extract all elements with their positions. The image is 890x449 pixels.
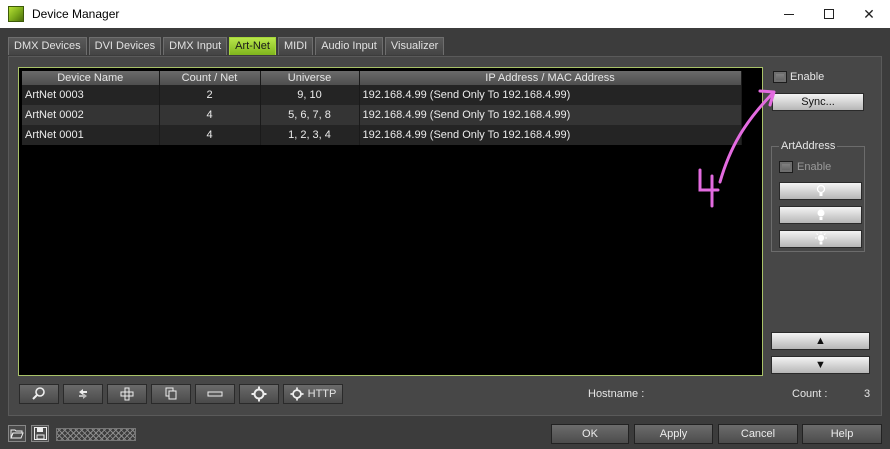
table-row[interactable]: ArtNet 0003 2 9, 10 192.168.4.99 (Send O…	[22, 85, 742, 105]
save-button[interactable]	[31, 425, 49, 442]
search-icon	[32, 387, 45, 400]
hostname-label: Hostname :	[588, 388, 645, 400]
http-label: HTTP	[307, 388, 337, 400]
move-up-button[interactable]: ▲	[771, 332, 870, 350]
artaddress-title: ArtAddress	[779, 140, 838, 152]
device-name-cell: ArtNet 0001	[22, 125, 160, 145]
artaddress-enable-checkbox[interactable]	[779, 161, 793, 173]
refresh-button[interactable]	[63, 384, 103, 404]
device-name-cell: ArtNet 0002	[22, 105, 160, 125]
tab-dmx-input[interactable]: DMX Input	[163, 37, 228, 55]
close-icon: ✕	[863, 5, 875, 22]
tab-midi[interactable]: MIDI	[277, 37, 314, 55]
universe-cell: 5, 6, 7, 8	[260, 105, 360, 125]
ip-address-cell: 192.168.4.99 (Send Only To 192.168.4.99)	[359, 105, 742, 125]
close-button[interactable]: ✕	[846, 0, 890, 28]
cancel-button[interactable]: Cancel	[718, 424, 798, 444]
enable-checkbox[interactable]	[773, 71, 787, 83]
device-name-cell: ArtNet 0003	[22, 85, 160, 105]
apply-button[interactable]: Apply	[634, 424, 713, 444]
tab-art-net[interactable]: Art-Net	[229, 37, 276, 55]
folder-open-icon	[10, 429, 24, 438]
bulb-off-button[interactable]	[779, 182, 862, 200]
count-net-cell: 4	[159, 125, 261, 145]
enable-checkbox-row[interactable]: Enable	[773, 71, 824, 83]
minimize-icon	[784, 13, 794, 15]
title-bar: Device Manager ✕	[0, 0, 890, 28]
artaddress-enable-label: Enable	[797, 161, 832, 173]
tab-audio-input[interactable]: Audio Input	[315, 37, 383, 55]
help-button[interactable]: Help	[802, 424, 882, 444]
device-table: Device Name Count / Net Universe IP Addr…	[22, 71, 742, 145]
settings-button[interactable]	[239, 384, 279, 404]
enable-label: Enable	[790, 71, 825, 83]
gear-icon	[290, 387, 304, 401]
remove-icon	[207, 391, 223, 397]
duplicate-icon	[165, 387, 177, 400]
open-button[interactable]	[8, 425, 26, 442]
tab-visualizer[interactable]: Visualizer	[384, 37, 445, 55]
up-arrow-icon: ▲	[815, 335, 826, 347]
bulb-flash-icon	[814, 232, 827, 245]
search-button[interactable]	[19, 384, 59, 404]
add-icon	[120, 387, 134, 401]
window-title: Device Manager	[32, 7, 120, 21]
artaddress-enable-row[interactable]: Enable	[779, 161, 831, 173]
column-header-ip-address[interactable]: IP Address / MAC Address	[359, 71, 742, 85]
maximize-icon	[824, 9, 834, 19]
tab-dmx-devices[interactable]: DMX Devices	[8, 37, 87, 55]
bulb-off-icon	[816, 184, 825, 196]
tab-dvi-devices[interactable]: DVI Devices	[88, 37, 162, 55]
ip-address-cell: 192.168.4.99 (Send Only To 192.168.4.99)	[359, 85, 742, 105]
bulb-on-button[interactable]	[779, 206, 862, 224]
ip-address-cell: 192.168.4.99 (Send Only To 192.168.4.99)	[359, 125, 742, 145]
count-label: Count :	[792, 388, 828, 400]
column-header-count-net[interactable]: Count / Net	[159, 71, 261, 85]
bulb-icon	[817, 209, 824, 220]
save-icon	[33, 427, 47, 440]
sync-button[interactable]: Sync...	[772, 93, 864, 111]
bulb-flash-button[interactable]	[779, 230, 862, 248]
gear-icon	[251, 386, 267, 402]
universe-cell: 1, 2, 3, 4	[260, 125, 360, 145]
http-button[interactable]: HTTP	[283, 384, 343, 404]
count-net-cell: 2	[159, 85, 261, 105]
move-down-button[interactable]: ▼	[771, 356, 870, 374]
down-arrow-icon: ▼	[815, 359, 826, 371]
add-button[interactable]	[107, 384, 147, 404]
count-net-cell: 4	[159, 105, 261, 125]
table-row[interactable]: ArtNet 0002 4 5, 6, 7, 8 192.168.4.99 (S…	[22, 105, 742, 125]
progress-indicator	[56, 428, 136, 441]
ok-button[interactable]: OK	[551, 424, 629, 444]
table-row[interactable]: ArtNet 0001 4 1, 2, 3, 4 192.168.4.99 (S…	[22, 125, 742, 145]
device-list[interactable]: Device Name Count / Net Universe IP Addr…	[18, 67, 763, 376]
table-header-row: Device Name Count / Net Universe IP Addr…	[22, 71, 742, 85]
column-header-universe[interactable]: Universe	[260, 71, 360, 85]
tab-bar: DMX Devices DVI Devices DMX Input Art-Ne…	[8, 37, 445, 55]
column-header-device-name[interactable]: Device Name	[22, 71, 160, 85]
universe-cell: 9, 10	[260, 85, 360, 105]
refresh-icon	[79, 389, 87, 399]
remove-button[interactable]	[195, 384, 235, 404]
app-icon	[8, 6, 24, 22]
count-value: 3	[864, 388, 871, 400]
duplicate-button[interactable]	[151, 384, 191, 404]
